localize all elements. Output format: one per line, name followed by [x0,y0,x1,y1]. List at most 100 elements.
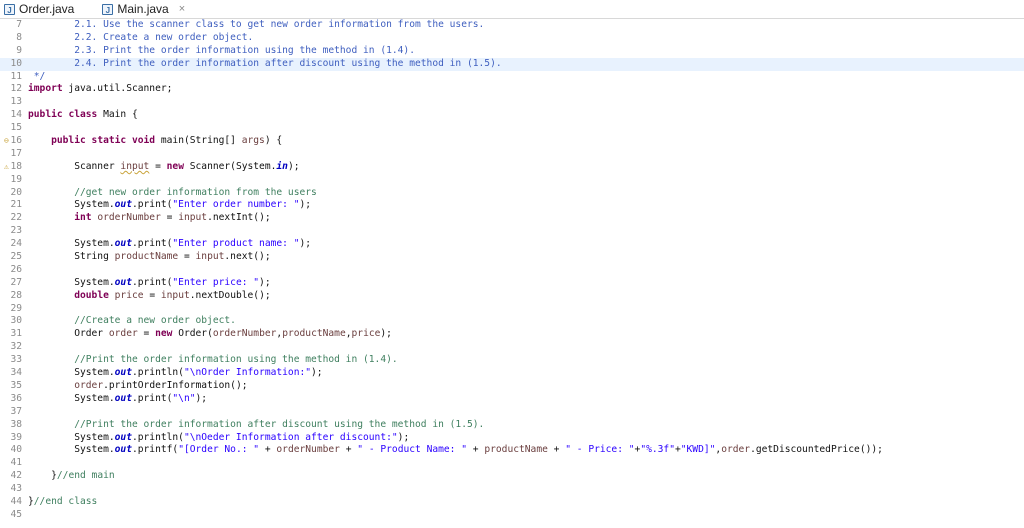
code-line[interactable]: 43 [0,483,1024,496]
code-line[interactable]: 11 */ [0,71,1024,84]
code-line[interactable]: 15 [0,122,1024,135]
code-line[interactable]: 33 //Print the order information using t… [0,354,1024,367]
code-text: 2.2. Create a new order object. [28,32,1024,45]
code-token: = [178,251,196,263]
code-line[interactable]: 20 //get new order information from the … [0,187,1024,200]
code-token: Scanner(System. [183,160,277,172]
code-token: "%.3f" [640,444,675,456]
line-number: 8 [16,31,22,43]
line-number: 33 [10,354,22,366]
code-token: args [241,135,265,147]
code-token: price [351,328,381,340]
code-text: double price = input.nextDouble(); [28,290,1024,303]
code-line[interactable]: 32 [0,341,1024,354]
code-token: = [160,212,179,224]
tab-main-java[interactable]: J Main.java × [98,0,192,18]
code-token: input [120,160,150,172]
code-line[interactable]: 9 2.3. Print the order information using… [0,45,1024,58]
code-token: ); [287,160,300,172]
code-text: 2.1. Use the scanner class to get new or… [28,19,1024,32]
code-line[interactable]: 7 2.1. Use the scanner class to get new … [0,19,1024,32]
code-token: .printOrderInformation(); [103,379,248,391]
code-text: System.out.println("\nOeder Information … [28,432,1024,445]
line-number: 7 [16,19,22,30]
code-line[interactable]: 24 System.out.print("Enter product name:… [0,238,1024,251]
code-token: + [467,444,485,456]
code-token: "Enter product name: " [172,238,300,250]
close-icon[interactable]: × [179,3,185,15]
code-line[interactable]: 44}//end class [0,496,1024,509]
line-number: 42 [10,470,22,482]
code-line[interactable]: 40 System.out.printf("[Order No.: " + or… [0,444,1024,457]
code-line[interactable]: 12 import java.util.Scanner; [0,83,1024,96]
code-line[interactable]: 35 order.printOrderInformation(); [0,380,1024,393]
code-token: "Enter price: " [172,276,260,288]
code-line[interactable]: 25 String productName = input.next(); [0,251,1024,264]
code-text: }//end main [28,470,1024,483]
code-token: input [160,289,190,301]
java-file-icon: J [4,3,15,15]
code-line[interactable]: 36 System.out.print("\n"); [0,393,1024,406]
line-number: 37 [10,405,22,417]
line-number: 10 [10,57,22,69]
code-token: main(String[] [155,135,242,147]
code-token: " - Product Name: " [357,444,468,456]
code-line[interactable]: 19 [0,174,1024,187]
code-line[interactable]: 27 System.out.print("Enter price: "); [0,277,1024,290]
code-token: productName [282,328,346,340]
code-text: String productName = input.next(); [28,251,1024,264]
code-line[interactable]: 28 double price = input.nextDouble(); [0,290,1024,303]
code-text: int orderNumber = input.nextInt(); [28,212,1024,225]
code-line[interactable]: 31 Order order = new Order(orderNumber,p… [0,328,1024,341]
line-number: 11 [10,70,22,82]
code-token: = [137,328,156,340]
code-text: 2.3. Print the order information using t… [28,45,1024,58]
code-token: .print( [131,392,173,404]
code-line[interactable]: 10 2.4. Print the order information afte… [0,57,1024,71]
warning-icon[interactable]: ⚠ [4,161,9,174]
code-token: in [276,160,288,172]
code-line[interactable]: 37 [0,406,1024,419]
line-number: 41 [10,457,22,469]
code-token: .print( [131,238,173,250]
code-text: public static void main(String[] args) { [28,135,1024,148]
code-line[interactable]: 16 ⊖ public static void main(String[] arg… [0,135,1024,148]
code-line[interactable]: 17 [0,148,1024,161]
code-token: 2.3. Print the order information using t… [28,44,415,56]
line-number: 34 [10,367,22,379]
code-line[interactable]: 21 System.out.print("Enter order number:… [0,199,1024,212]
line-number: 36 [10,392,22,404]
tab-order-java[interactable]: J Order.java [0,0,81,18]
code-line[interactable]: 29 [0,303,1024,316]
code-line[interactable]: 41 [0,457,1024,470]
code-token: .getDiscountedPrice()); [750,444,883,456]
code-line[interactable]: 22 int orderNumber = input.nextInt(); [0,212,1024,225]
code-line[interactable]: 26 [0,264,1024,277]
code-line[interactable]: 13 [0,96,1024,109]
line-number: 29 [10,302,22,314]
fold-icon[interactable]: ⊖ [4,135,9,148]
code-text: */ [28,71,1024,84]
line-number: 19 [10,173,22,185]
line-number: 12 [10,83,22,95]
code-line[interactable]: 18 ⚠ Scanner input = new Scanner(System.i… [0,161,1024,174]
line-number: 13 [10,96,22,108]
code-token: //get new order information from the use… [28,186,317,198]
code-line[interactable]: 38 //Print the order information after d… [0,419,1024,432]
code-line[interactable]: 34 System.out.println("\nOrder Informati… [0,367,1024,380]
code-line[interactable]: 30 //Create a new order object. [0,315,1024,328]
code-line[interactable]: 42 }//end main [0,470,1024,483]
code-editor[interactable]: 7 2.1. Use the scanner class to get new … [0,19,1024,522]
line-number: 15 [10,122,22,134]
java-file-icon: J [102,3,114,15]
code-line[interactable]: 14 public class Main { [0,109,1024,122]
line-number: 39 [10,431,22,443]
code-line[interactable]: 45 [0,509,1024,522]
code-token: .print( [131,276,173,288]
code-line[interactable]: 8 2.2. Create a new order object. [0,32,1024,45]
code-line[interactable]: 23 [0,225,1024,238]
code-token: ); [380,328,392,340]
code-line[interactable]: 39 System.out.println("\nOeder Informati… [0,432,1024,445]
